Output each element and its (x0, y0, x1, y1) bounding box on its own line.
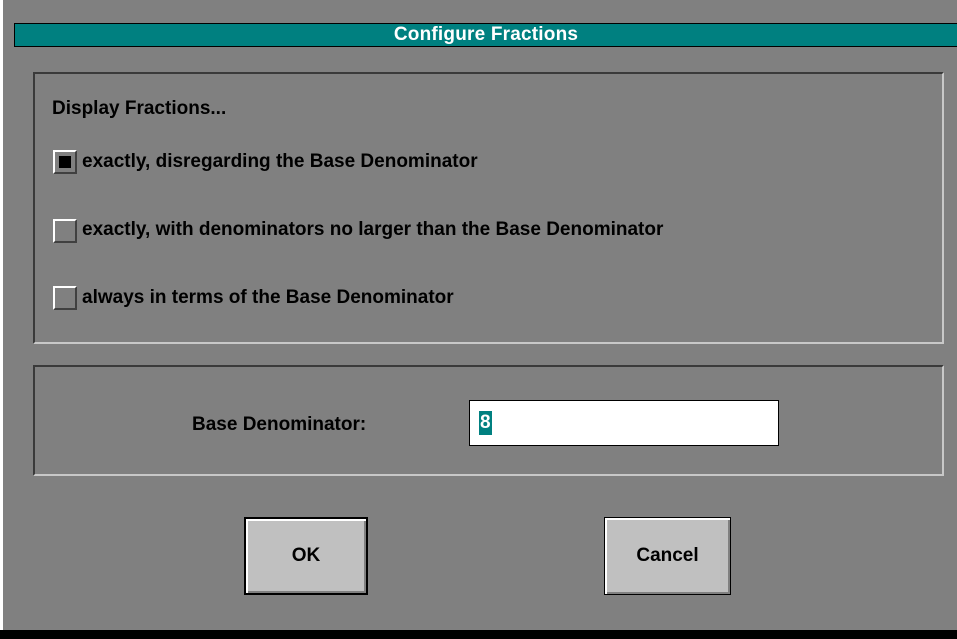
base-denominator-value: 8 (479, 411, 492, 435)
window-left-edge (0, 0, 3, 639)
ok-button[interactable]: OK (244, 517, 368, 595)
option-exact-limited-checkbox[interactable] (53, 219, 77, 243)
option-exact-disregard-label[interactable]: exactly, disregarding the Base Denominat… (82, 151, 478, 173)
dialog-title: Configure Fractions (393, 24, 579, 45)
option-exact-limited-label[interactable]: exactly, with denominators no larger tha… (82, 219, 663, 241)
option-always-base-checkbox[interactable] (53, 286, 77, 310)
display-fractions-heading: Display Fractions... (52, 98, 227, 119)
base-denominator-input[interactable]: 8 (469, 400, 779, 446)
window-bottom-edge (0, 630, 957, 639)
title-bar[interactable]: Configure Fractions (14, 23, 957, 47)
option-always-base-label[interactable]: always in terms of the Base Denominator (82, 287, 454, 309)
cancel-button[interactable]: Cancel (604, 517, 731, 595)
base-denominator-label: Base Denominator: (192, 414, 367, 435)
checked-mark-icon (59, 156, 71, 168)
option-exact-disregard-checkbox[interactable] (53, 150, 77, 174)
window-top-strip (3, 0, 957, 23)
configure-fractions-dialog: Configure Fractions Display Fractions...… (0, 0, 957, 639)
